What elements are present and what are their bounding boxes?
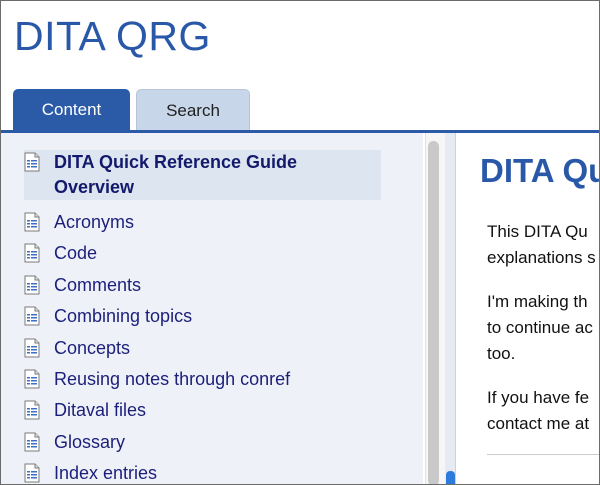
content-paragraph: If you have fe contact me at bbox=[487, 385, 589, 437]
toc-item-label: Acronyms bbox=[54, 212, 135, 232]
app-title: DITA QRG bbox=[14, 13, 211, 59]
document-icon bbox=[24, 400, 40, 420]
paragraph-line: I'm making th bbox=[487, 292, 588, 311]
content-paragraph: I'm making th to continue ac too. bbox=[487, 289, 593, 367]
toc-item-comments[interactable]: Comments bbox=[24, 273, 141, 298]
paragraph-line: explanations s bbox=[487, 248, 596, 267]
tab-content-label: Content bbox=[41, 100, 102, 119]
content-pane: DITA Qu This DITA Qu explanations s I'm … bbox=[457, 133, 600, 484]
toc-item-label: Code bbox=[54, 243, 98, 263]
content-title: DITA Qu bbox=[480, 152, 600, 189]
toc-item-label: Combining topics bbox=[54, 306, 193, 326]
document-icon bbox=[24, 338, 40, 358]
tab-search-label: Search bbox=[166, 100, 220, 120]
toc-item-label: Ditaval files bbox=[54, 400, 147, 420]
toc-item-reusing-notes[interactable]: Reusing notes through conref bbox=[24, 367, 290, 392]
toc-item-ditaval-files[interactable]: Ditaval files bbox=[24, 398, 146, 423]
paragraph-line: contact me at bbox=[487, 414, 590, 433]
toc-item-label: DITA Quick Reference Guide bbox=[54, 152, 298, 172]
toc-item-combining-topics[interactable]: Combining topics bbox=[24, 304, 192, 329]
toc-item-overview[interactable]: DITA Quick Reference Guide Overview bbox=[24, 150, 381, 200]
help-window: DITA QRG Content Search DITA Quick Refer… bbox=[0, 0, 600, 485]
document-icon bbox=[24, 152, 40, 172]
toc-item-label: Index entries bbox=[54, 463, 158, 483]
toc-item-index-entries[interactable]: Index entries bbox=[24, 461, 158, 484]
document-icon bbox=[24, 275, 40, 295]
toc-item-label: Comments bbox=[54, 275, 142, 295]
content-paragraph: This DITA Qu explanations s bbox=[487, 219, 596, 271]
toc-item-concepts[interactable]: Concepts bbox=[24, 336, 130, 361]
paragraph-line: too. bbox=[487, 344, 516, 363]
pane-splitter[interactable] bbox=[445, 133, 456, 484]
paragraph-line: to continue ac bbox=[487, 318, 593, 337]
document-icon bbox=[24, 463, 40, 483]
toc-item-code[interactable]: Code bbox=[24, 241, 97, 266]
content-divider bbox=[487, 454, 599, 455]
toc-scrollbar-thumb[interactable] bbox=[428, 141, 439, 484]
toc-item-label: Overview bbox=[54, 177, 135, 197]
paragraph-line: This DITA Qu bbox=[487, 222, 588, 241]
toc-item-acronyms[interactable]: Acronyms bbox=[24, 210, 134, 235]
tab-content[interactable]: Content bbox=[13, 89, 130, 131]
document-icon bbox=[24, 432, 40, 452]
document-icon bbox=[24, 306, 40, 326]
toc-item-glossary[interactable]: Glossary bbox=[24, 430, 125, 455]
document-icon bbox=[24, 369, 40, 389]
document-icon bbox=[24, 212, 40, 232]
tab-search[interactable]: Search bbox=[136, 89, 250, 131]
paragraph-line: If you have fe bbox=[487, 388, 590, 407]
toc-item-label: Glossary bbox=[54, 432, 126, 452]
document-icon bbox=[24, 243, 40, 263]
splitter-handle[interactable] bbox=[446, 471, 455, 484]
toc-item-label: Concepts bbox=[54, 338, 131, 358]
toc-item-label: Reusing notes through conref bbox=[54, 369, 291, 389]
toc-sidebar: DITA Quick Reference Guide Overview Acro… bbox=[1, 133, 423, 484]
